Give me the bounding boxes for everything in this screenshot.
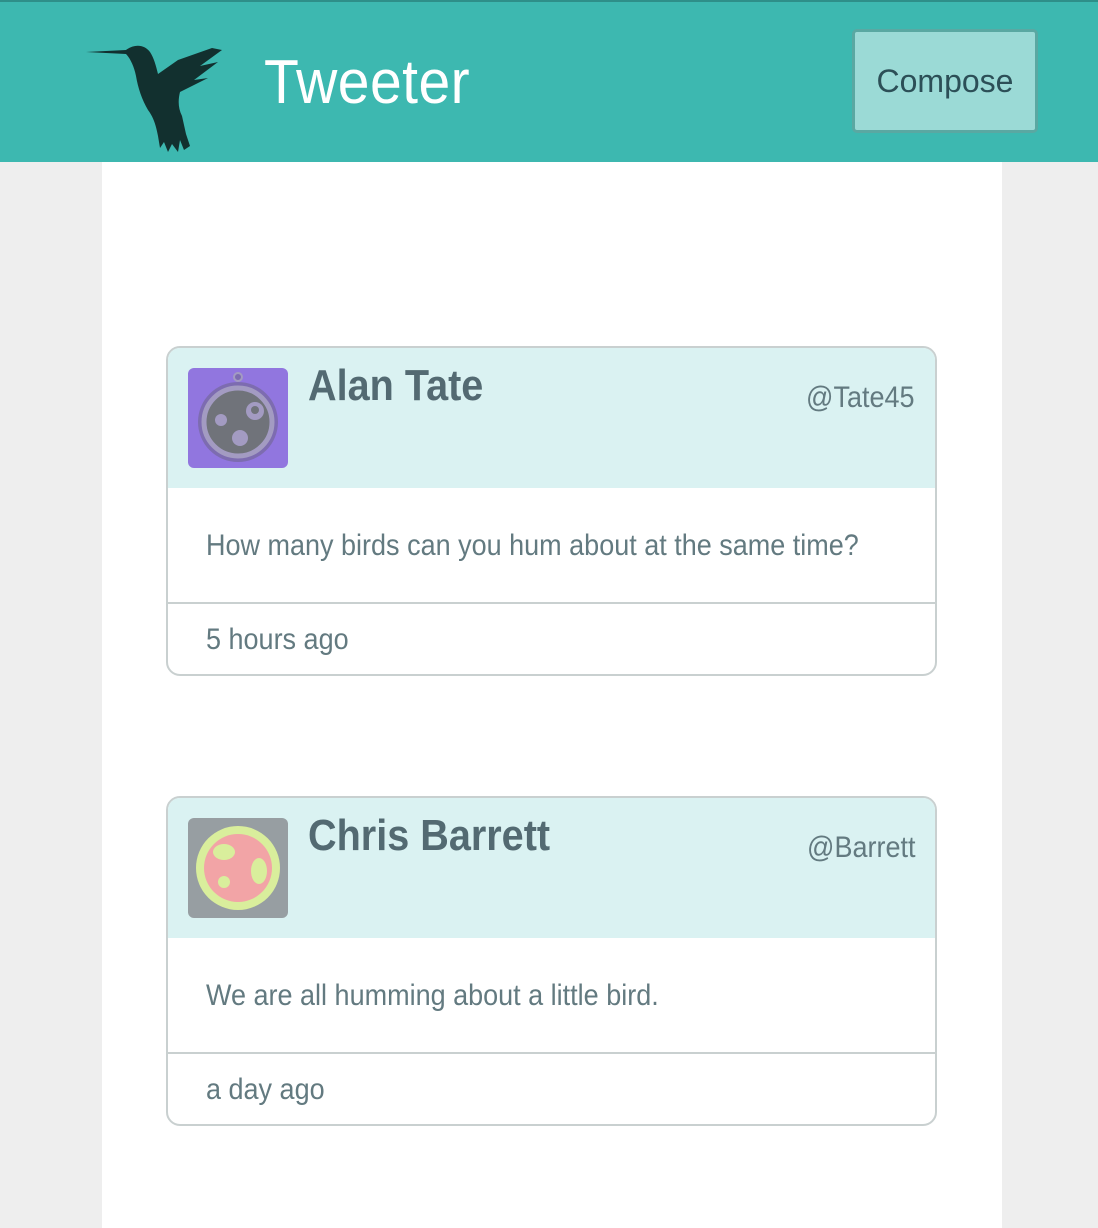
tweet-author-handle: @Barrett — [806, 831, 915, 864]
robot-face-avatar-icon — [188, 368, 288, 468]
tweet-timestamp: a day ago — [206, 1073, 325, 1106]
compose-button[interactable]: Compose — [852, 29, 1038, 133]
tweet-feed: Alan Tate @Tate45 How many birds can you… — [102, 162, 1002, 1228]
tweet-header: Chris Barrett @Barrett — [168, 798, 935, 938]
tweet-author-handle: @Tate45 — [806, 381, 915, 414]
hummingbird-icon — [86, 45, 222, 152]
tweet-divider — [168, 1052, 935, 1054]
tweet-author-name: Chris Barrett — [308, 811, 551, 860]
tweet-author-name: Alan Tate — [308, 361, 484, 410]
tweet-card: Alan Tate @Tate45 How many birds can you… — [166, 346, 937, 676]
site-header: Tweeter Compose — [0, 0, 1098, 162]
tweet-text: We are all humming about a little bird. — [206, 979, 659, 1012]
tweet-header: Alan Tate @Tate45 — [168, 348, 935, 488]
brand-title: Tweeter — [264, 48, 471, 117]
tweet-timestamp: 5 hours ago — [206, 623, 349, 656]
robot-face-avatar-icon — [188, 818, 288, 918]
tweet-card: Chris Barrett @Barrett We are all hummin… — [166, 796, 937, 1126]
tweet-divider — [168, 602, 935, 604]
tweet-text: How many birds can you hum about at the … — [206, 529, 859, 562]
